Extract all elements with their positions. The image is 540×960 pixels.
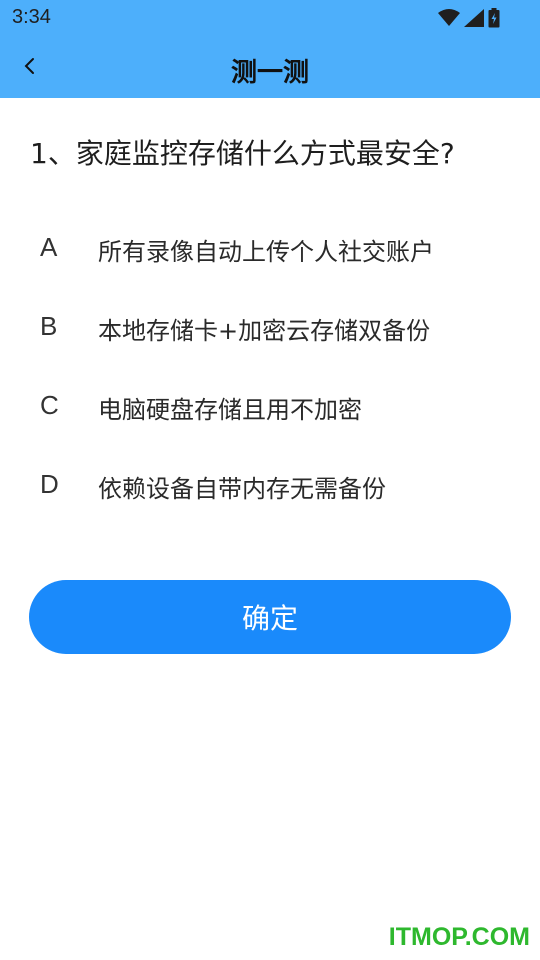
confirm-button[interactable]: 确定 [29,580,511,654]
status-bar: 3:34 [0,0,540,38]
option-label: 本地存储卡+加密云存储双备份 [98,317,431,345]
option-letter: C [40,390,59,420]
wifi-icon [438,9,460,27]
option-letter: A [40,232,58,262]
option-a[interactable]: A 所有录像自动上传个人社交账户 [0,210,540,289]
option-label: 所有录像自动上传个人社交账户 [98,238,434,266]
nav-bar: 测一测 [0,38,540,98]
option-label: 依赖设备自带内存无需备份 [98,475,386,503]
option-letter: B [40,311,58,341]
options-list: A 所有录像自动上传个人社交账户 B 本地存储卡+加密云存储双备份 C 电脑硬盘… [0,210,540,526]
question-text: 1、家庭监控存储什么方式最安全? [30,137,455,170]
option-b[interactable]: B 本地存储卡+加密云存储双备份 [0,289,540,368]
option-letter: D [40,469,59,499]
option-d[interactable]: D 依赖设备自带内存无需备份 [0,447,540,526]
signal-icon [464,9,484,27]
page-title: 测一测 [230,58,309,88]
battery-charging-icon [488,8,500,28]
option-label: 电脑硬盘存储且用不加密 [98,396,362,424]
option-c[interactable]: C 电脑硬盘存储且用不加密 [0,368,540,447]
status-time: 3:34 [12,6,51,28]
status-icons [438,8,500,28]
watermark-logo: ITMOP.COM [388,923,530,951]
app-header: 3:34 测一测 [0,0,540,98]
